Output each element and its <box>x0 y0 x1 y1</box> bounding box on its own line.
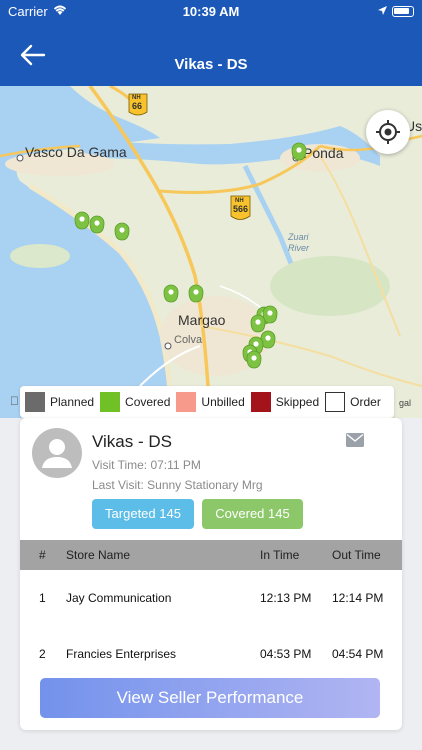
row-store-name: Francies Enterprises <box>66 647 177 661</box>
last-visit: Last Visit: Sunny Stationary Mrg <box>92 478 263 492</box>
map-pin[interactable] <box>246 350 262 369</box>
targeted-badge[interactable]: Targeted 145 <box>92 499 194 529</box>
legend-label-covered: Covered <box>125 395 171 409</box>
map-view[interactable]: Vasco Da Gama Ponda Margao Colva Zuari R… <box>0 86 422 418</box>
legend-label-unbilled: Unbilled <box>201 395 245 409</box>
map-pin[interactable] <box>114 222 130 241</box>
table-header: # Store Name In Time Out Time <box>20 540 402 570</box>
map-pin[interactable] <box>250 314 266 333</box>
status-legend: Planned Covered Unbilled Skipped Order <box>20 386 394 418</box>
legend-swatch-covered <box>100 392 121 412</box>
row-in-time: 12:13 PM <box>260 591 312 605</box>
view-seller-performance-button[interactable]: View Seller Performance <box>40 678 380 718</box>
seller-card: Vikas - DS Visit Time: 07:11 PM Last Vis… <box>20 418 402 730</box>
legend-planned: Planned <box>25 392 94 412</box>
page-title: Vikas - DS <box>174 56 248 73</box>
covered-badge[interactable]: Covered 145 <box>202 499 303 529</box>
row-store-name: Jay Communication <box>66 591 172 605</box>
map-pins <box>74 142 307 369</box>
user-icon <box>42 439 72 468</box>
mail-icon[interactable] <box>346 433 364 452</box>
legend-swatch-unbilled <box>176 392 197 412</box>
map-pin[interactable] <box>163 284 179 303</box>
location-arrow-icon <box>377 4 388 19</box>
header-out-time: Out Time <box>332 548 381 562</box>
legend-label-order: Order <box>350 395 381 409</box>
legend-label-planned: Planned <box>50 395 95 409</box>
row-out-time: 12:14 PM <box>332 591 384 605</box>
map-pin[interactable] <box>74 211 90 230</box>
nav-bar: Vikas - DS <box>0 24 422 86</box>
header-in-time: In Time <box>260 548 300 562</box>
map-pin[interactable] <box>89 215 105 234</box>
row-in-time: 04:53 PM <box>260 647 312 661</box>
header-num: # <box>39 548 46 562</box>
legend-swatch-skipped <box>250 392 271 412</box>
legend-order: Order <box>325 392 381 412</box>
status-bar: Carrier 10:39 AM <box>0 0 422 24</box>
battery-icon <box>392 6 414 17</box>
row-num: 1 <box>39 591 46 605</box>
locate-me-button[interactable] <box>366 110 410 154</box>
seller-name: Vikas - DS <box>92 432 172 451</box>
map-pin[interactable] <box>188 284 204 303</box>
legend-covered: Covered <box>100 392 170 412</box>
clock: 10:39 AM <box>182 4 240 19</box>
crosshair-icon <box>376 120 400 144</box>
legend-skipped: Skipped <box>250 392 320 412</box>
avatar <box>32 428 82 478</box>
visit-time: Visit Time: 07:11 PM <box>92 458 201 472</box>
legend-label-skipped: Skipped <box>275 395 320 409</box>
row-num: 2 <box>39 647 46 661</box>
table-row[interactable]: 1 Jay Communication 12:13 PM 12:14 PM <box>20 570 402 626</box>
legend-swatch-order <box>325 392 346 412</box>
map-pin[interactable] <box>291 142 307 161</box>
table-row[interactable]: 2 Francies Enterprises 04:53 PM 04:54 PM <box>20 626 402 682</box>
row-out-time: 04:54 PM <box>332 647 384 661</box>
legend-swatch-planned <box>25 392 45 412</box>
legend-unbilled: Unbilled <box>176 392 245 412</box>
header-store-name: Store Name <box>66 548 131 562</box>
